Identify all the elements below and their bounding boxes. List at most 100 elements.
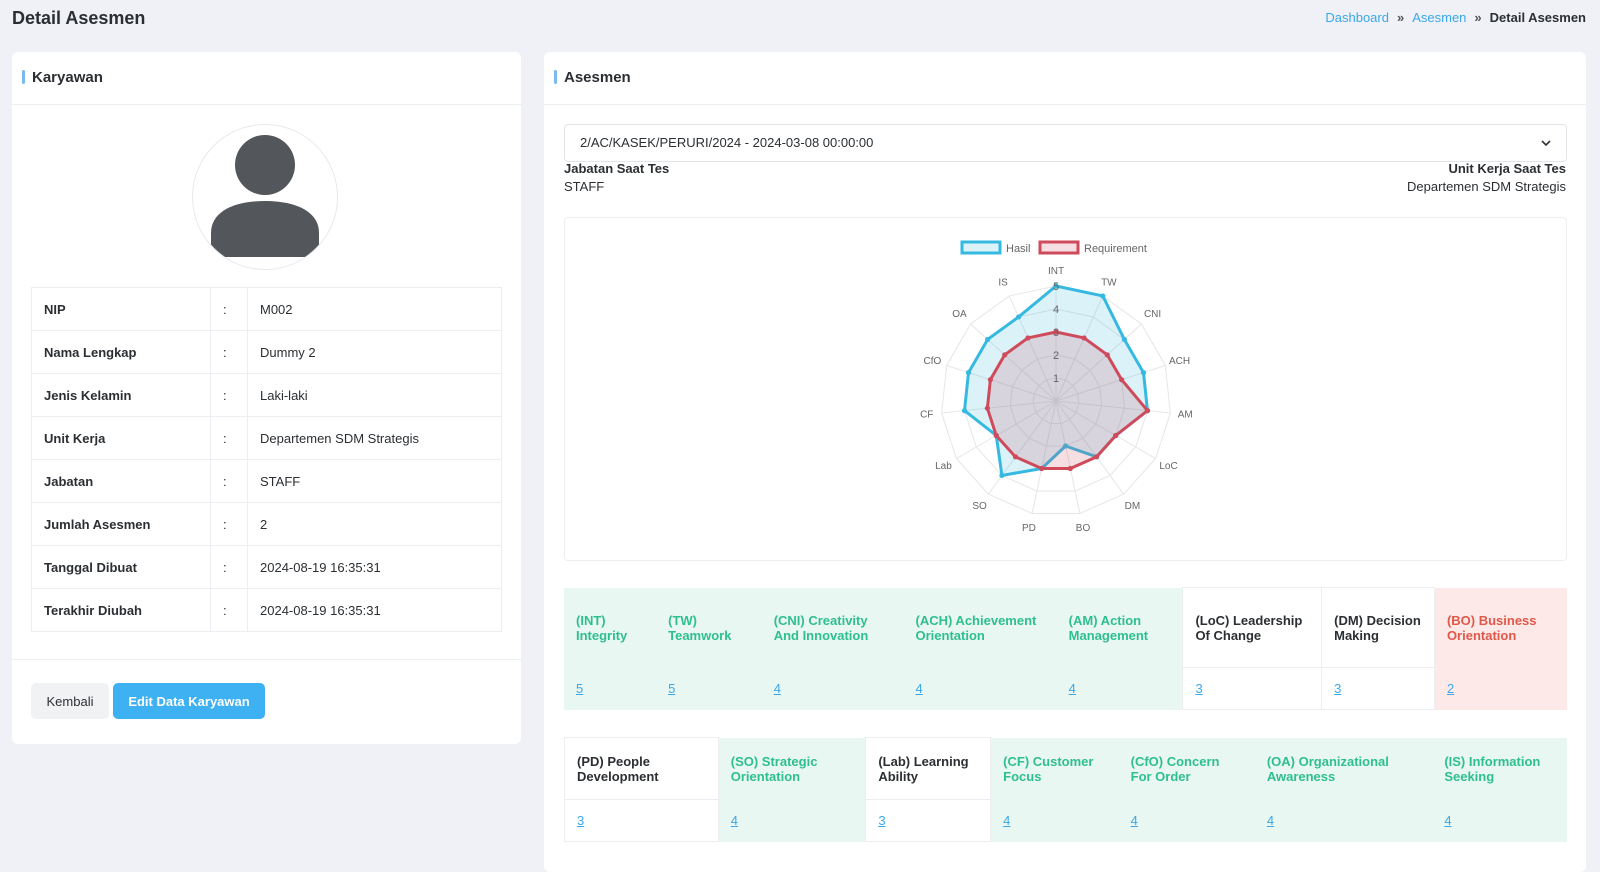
competency-score-link[interactable]: 4 <box>774 681 781 696</box>
radar-tick-label: 4 <box>1053 304 1059 316</box>
jabatan-label: Jabatan Saat Tes <box>564 161 670 176</box>
info-value: 2024-08-19 16:35:31 <box>247 545 502 589</box>
top-bar: Detail Asesmen Dashboard » Asesmen » Detail … <box>12 8 1586 32</box>
radar-axis-label: LoC <box>1159 461 1177 472</box>
back-button[interactable]: Kembali <box>31 683 109 719</box>
competency-score-cell: 4 <box>990 799 1119 842</box>
info-label: Jenis Kelamin <box>31 373 211 417</box>
info-colon: : <box>210 287 248 331</box>
radar-chart-container: 1 2 3 4 5 INT TW CNI ACH AM LoC DM BO PD SO Lab CF CfO OA I… <box>564 217 1567 561</box>
radar-point <box>1144 408 1151 414</box>
competency-label: (Lab) Learning Ability <box>865 737 992 800</box>
legend-swatch-requirement <box>1038 240 1080 255</box>
info-value: Departemen SDM Strategis <box>247 416 502 460</box>
employee-card: Karyawan NIP: M002 Nama Lengkap: Dummy 2 Jen… <box>12 52 521 744</box>
info-row: Jenis Kelamin: Laki-laki <box>31 373 502 417</box>
assessment-card: Asesmen 2/AC/KASEK/PERURI/2024 - 2024-03… <box>544 52 1586 872</box>
info-value: Laki-laki <box>247 373 502 417</box>
info-colon: : <box>210 588 248 632</box>
info-row: NIP: M002 <box>31 287 502 331</box>
radar-point <box>987 377 993 383</box>
competency-label: (LoC) Leadership Of Change <box>1182 587 1323 668</box>
competency-score-link[interactable]: 4 <box>1131 813 1138 828</box>
assessment-card-header: Asesmen <box>544 52 1586 105</box>
competency-score-cell: 4 <box>1118 799 1255 842</box>
card-footer-divider <box>12 659 521 660</box>
breadcrumb-separator: » <box>1474 10 1482 25</box>
info-label: NIP <box>31 287 211 331</box>
radar-point <box>1140 369 1147 376</box>
info-row: Terakhir Diubah:2024-08-19 16:35:31 <box>31 588 502 632</box>
radar-point <box>993 432 999 439</box>
info-colon: : <box>210 330 248 374</box>
competency-score-cell: 3 <box>564 799 719 842</box>
edit-employee-button[interactable]: Edit Data Karyawan <box>113 683 265 719</box>
radar-tick-label: 2 <box>1053 350 1059 362</box>
info-label: Tanggal Dibuat <box>31 545 211 589</box>
radar-point <box>1039 465 1045 472</box>
competency-score-cell: 4 <box>761 667 904 710</box>
competency-score-link[interactable]: 3 <box>1334 681 1341 696</box>
competency-score-link[interactable]: 4 <box>1069 681 1076 696</box>
radar-point <box>1104 352 1110 358</box>
competency-score-link[interactable]: 3 <box>1195 681 1202 696</box>
radar-axis-label: SO <box>972 501 987 512</box>
competency-score-link[interactable]: 4 <box>1003 813 1010 828</box>
radar-axis-label: TW <box>1101 277 1117 288</box>
radar-point <box>984 405 990 411</box>
info-label: Jabatan <box>31 459 211 503</box>
info-row: Nama Lengkap: Dummy 2 <box>31 330 502 374</box>
breadcrumb-dashboard-link[interactable]: Dashboard <box>1325 10 1389 25</box>
competency-label: (SO) Strategic Orientation <box>718 737 866 800</box>
unit-info: Unit Kerja Saat Tes Departemen SDM Strat… <box>1407 160 1566 196</box>
user-avatar-icon <box>192 124 338 270</box>
info-colon: : <box>210 545 248 589</box>
assessment-select-value: 2/AC/KASEK/PERURI/2024 - 2024-03-08 00:0… <box>580 135 874 150</box>
competency-score-cell: 4 <box>1254 799 1433 842</box>
competency-label: (TW) Teamwork <box>656 587 762 668</box>
info-row: Jumlah Asesmen:2 <box>31 502 502 546</box>
employee-card-header: Karyawan <box>12 52 521 105</box>
employee-card-title: Karyawan <box>32 69 103 86</box>
radar-tick-label: 3 <box>1053 327 1059 339</box>
info-colon: : <box>210 416 248 460</box>
radar-axis-label: OA <box>952 309 967 320</box>
info-value: 2 <box>247 502 502 546</box>
competency-label: (BO) Business Orientation <box>1434 587 1567 668</box>
radar-point <box>1012 454 1019 460</box>
radar-point <box>1015 314 1022 320</box>
competency-score-cell: 4 <box>1432 799 1567 842</box>
competency-score-link[interactable]: 5 <box>668 681 675 696</box>
legend-label: Hasil <box>1006 243 1030 255</box>
assessment-select[interactable]: 2/AC/KASEK/PERURI/2024 - 2024-03-08 00:0… <box>564 124 1567 162</box>
breadcrumb-asesmen-link[interactable]: Asesmen <box>1412 10 1466 25</box>
radar-chart: 1 2 3 4 5 INT TW CNI ACH AM LoC DM BO PD SO Lab CF CfO OA I… <box>920 240 1193 534</box>
radar-point <box>1067 465 1073 472</box>
competency-score-link[interactable]: 4 <box>1267 813 1274 828</box>
radar-axis-label: CfO <box>924 356 942 367</box>
competency-score-link[interactable]: 4 <box>1444 813 1451 828</box>
breadcrumb-current: Detail Asesmen <box>1489 10 1586 25</box>
breadcrumb: Dashboard » Asesmen » Detail Asesmen <box>1325 10 1586 25</box>
competency-label: (AM) Action Management <box>1056 587 1183 668</box>
info-colon: : <box>210 502 248 546</box>
competency-score-link[interactable]: 4 <box>915 681 922 696</box>
competency-score-link[interactable]: 3 <box>878 813 885 828</box>
radar-axis-label: INT <box>1048 266 1064 277</box>
competency-score-cell: 3 <box>865 799 992 842</box>
competency-label: (INT) Integrity <box>564 587 657 668</box>
competency-score-link[interactable]: 4 <box>731 813 738 828</box>
unit-label: Unit Kerja Saat Tes <box>1448 161 1566 176</box>
competency-score-link[interactable]: 5 <box>576 681 583 696</box>
legend-swatch-hasil <box>960 240 1002 255</box>
competency-score-link[interactable]: 3 <box>577 813 584 828</box>
competency-label: (DM) Decision Making <box>1321 587 1435 668</box>
header-accent-bar <box>22 70 25 84</box>
competency-label: (CfO) Concern For Order <box>1118 737 1255 800</box>
competency-label: (OA) Organizational Awareness <box>1254 737 1433 800</box>
competency-label: (CNI) Creativity And Innovation <box>761 587 904 668</box>
competency-table-1: (INT) Integrity (TW) Teamwork (CNI) Creati… <box>564 587 1567 710</box>
competency-score-link[interactable]: 2 <box>1447 681 1454 696</box>
legend-label: Requirement <box>1084 243 1147 255</box>
radar-point <box>1113 432 1119 439</box>
